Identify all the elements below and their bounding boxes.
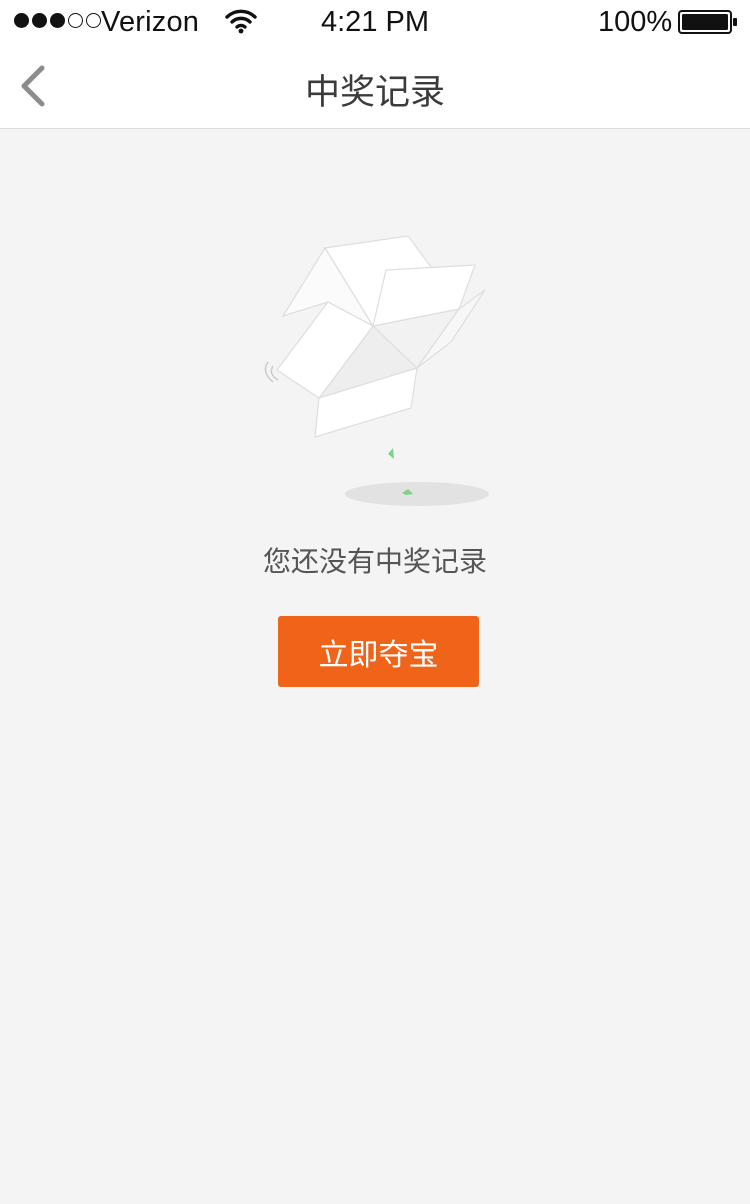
battery-icon: [678, 10, 738, 39]
status-bar: Verizon 4:21 PM 100%: [0, 0, 750, 44]
start-treasure-button[interactable]: 立即夺宝: [278, 616, 479, 687]
empty-box-icon: [255, 230, 505, 524]
navigation-bar: 中奖记录: [0, 44, 750, 129]
empty-state-message: 您还没有中奖记录: [262, 545, 487, 578]
battery-percentage: 100%: [598, 6, 673, 38]
page-title: 中奖记录: [304, 73, 445, 113]
